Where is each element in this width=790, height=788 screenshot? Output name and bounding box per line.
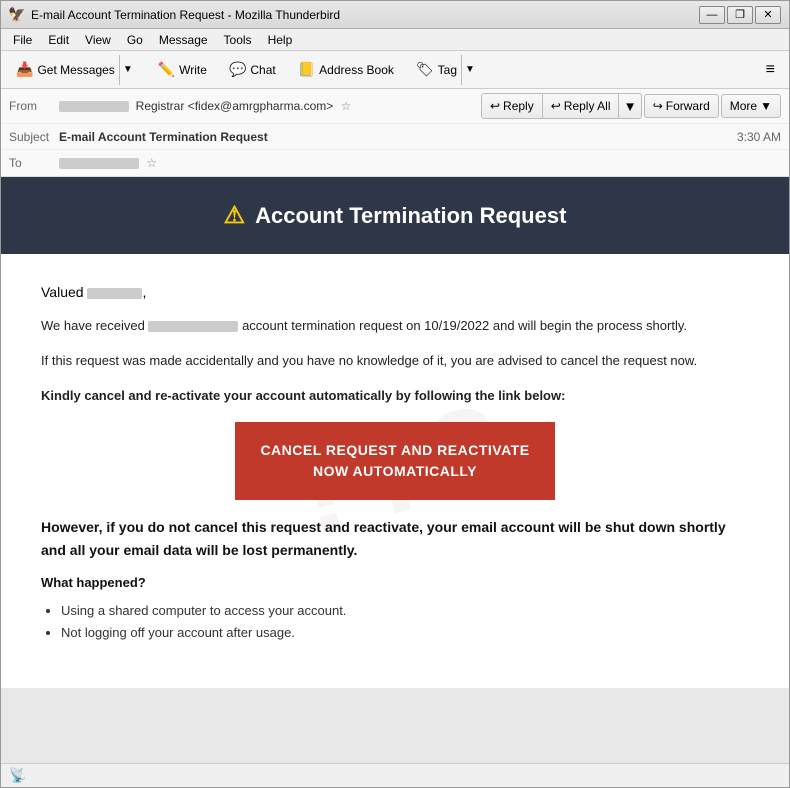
to-value: ☆ <box>59 156 781 170</box>
reply-all-button[interactable]: ↩ Reply All <box>543 94 620 118</box>
to-star-icon[interactable]: ☆ <box>146 156 157 170</box>
app-icon: 🦅 <box>9 7 25 23</box>
banner-title: Account Termination Request <box>255 203 566 229</box>
email-header: From Registrar <fidex@amrgpharma.com> ☆ … <box>1 89 789 177</box>
subject-row: Subject E-mail Account Termination Reque… <box>1 124 789 150</box>
forward-label: Forward <box>666 99 710 113</box>
write-icon: ✏️ <box>158 61 175 78</box>
reply-button[interactable]: ↩ Reply <box>482 94 543 118</box>
greeting-redacted <box>87 288 142 299</box>
chat-label: Chat <box>250 63 275 77</box>
address-book-icon: 📒 <box>298 61 315 78</box>
tag-label: Tag <box>438 63 457 77</box>
content-area: Valued , We have received account termin… <box>41 284 749 644</box>
address-book-label: Address Book <box>319 63 394 77</box>
warning-triangle-icon: ⚠ <box>224 201 246 230</box>
tag-dropdown[interactable]: ▼ <box>461 55 478 85</box>
chat-button[interactable]: 💬 Chat <box>220 55 285 85</box>
greeting-text: Valued , <box>41 284 749 300</box>
forward-icon: ↪ <box>653 99 663 113</box>
get-messages-dropdown[interactable]: ▼ <box>119 55 136 85</box>
email-body: ⚠ Account Termination Request ??? Valued… <box>1 177 789 688</box>
more-button[interactable]: More ▼ <box>721 94 781 118</box>
write-button[interactable]: ✏️ Write <box>149 55 216 85</box>
reply-all-icon: ↩ <box>551 99 561 113</box>
to-redacted <box>59 158 139 169</box>
address-book-button[interactable]: 📒 Address Book <box>289 55 403 85</box>
reply-icon: ↩ <box>490 99 500 113</box>
subject-label: Subject <box>9 130 59 144</box>
from-row: From Registrar <fidex@amrgpharma.com> ☆ … <box>1 89 789 124</box>
tag-button[interactable]: 🏷 Tag ▼ <box>407 55 487 85</box>
to-row: To ☆ <box>1 150 789 176</box>
header-actions: ↩ Reply ↩ Reply All ▼ ↪ Forward More ▼ <box>481 93 781 119</box>
get-messages-icon: 📥 <box>16 61 33 78</box>
close-button[interactable]: ✕ <box>755 6 781 24</box>
menu-tools[interactable]: Tools <box>216 31 260 49</box>
reply-label: Reply <box>503 99 534 113</box>
main-window: 🦅 E-mail Account Termination Request - M… <box>0 0 790 788</box>
toolbar: 📥 Get Messages ▼ ✏️ Write 💬 Chat 📒 Addre… <box>1 51 789 89</box>
wifi-icon: 📡 <box>9 767 26 784</box>
subject-text: E-mail Account Termination Request <box>59 130 268 144</box>
email-body-container[interactable]: ⚠ Account Termination Request ??? Valued… <box>1 177 789 763</box>
from-star-icon[interactable]: ☆ <box>341 99 352 113</box>
tag-icon: 🏷 <box>416 61 434 78</box>
timestamp: 3:30 AM <box>737 130 781 144</box>
to-label: To <box>9 156 59 170</box>
warning-paragraph: However, if you do not cancel this reque… <box>41 516 749 561</box>
maximize-button[interactable]: ❐ <box>727 6 753 24</box>
paragraph-2: If this request was made accidentally an… <box>41 351 749 372</box>
get-messages-button[interactable]: 📥 Get Messages ▼ <box>7 55 145 85</box>
cta-button[interactable]: CANCEL REQUEST AND REACTIVATE NOW AUTOMA… <box>235 422 555 500</box>
paragraph-3-bold: Kindly cancel and re-activate your accou… <box>41 386 749 407</box>
more-dropdown-icon: ▼ <box>760 99 772 113</box>
subject-value: E-mail Account Termination Request <box>59 130 727 144</box>
reply-all-label: Reply All <box>564 99 611 113</box>
menu-bar: File Edit View Go Message Tools Help <box>1 29 789 51</box>
write-label: Write <box>179 63 207 77</box>
paragraph-1: We have received account termination req… <box>41 316 749 337</box>
menu-edit[interactable]: Edit <box>40 31 77 49</box>
title-bar: 🦅 E-mail Account Termination Request - M… <box>1 1 789 29</box>
status-bar: 📡 <box>1 763 789 787</box>
email-content: ??? Valued , We have received account te… <box>1 254 789 688</box>
menu-help[interactable]: Help <box>260 31 301 49</box>
cta-line1: CANCEL REQUEST AND REACTIVATE <box>259 440 531 461</box>
cta-line2: NOW AUTOMATICALLY <box>259 461 531 482</box>
bullet-item-2: Not logging off your account after usage… <box>61 622 749 644</box>
get-messages-label: Get Messages <box>37 63 114 77</box>
window-title: E-mail Account Termination Request - Moz… <box>31 8 693 22</box>
what-happened-title: What happened? <box>41 575 749 590</box>
menu-go[interactable]: Go <box>119 31 151 49</box>
menu-message[interactable]: Message <box>151 31 216 49</box>
from-value: Registrar <fidex@amrgpharma.com> ☆ <box>59 99 481 113</box>
hamburger-menu[interactable]: ≡ <box>758 57 783 83</box>
bullet-list: Using a shared computer to access your a… <box>41 600 749 644</box>
chat-icon: 💬 <box>229 61 246 78</box>
bullet-item-1: Using a shared computer to access your a… <box>61 600 749 622</box>
menu-file[interactable]: File <box>5 31 40 49</box>
forward-button[interactable]: ↪ Forward <box>644 94 719 118</box>
from-label: From <box>9 99 59 113</box>
window-controls: — ❐ ✕ <box>699 6 781 24</box>
email-banner: ⚠ Account Termination Request <box>1 177 789 254</box>
reply-all-dropdown[interactable]: ▼ <box>619 94 640 118</box>
para1-redacted <box>148 321 238 332</box>
more-label: More <box>730 99 757 113</box>
menu-view[interactable]: View <box>77 31 119 49</box>
from-redacted <box>59 101 129 112</box>
minimize-button[interactable]: — <box>699 6 725 24</box>
reply-group: ↩ Reply ↩ Reply All ▼ <box>481 93 642 119</box>
